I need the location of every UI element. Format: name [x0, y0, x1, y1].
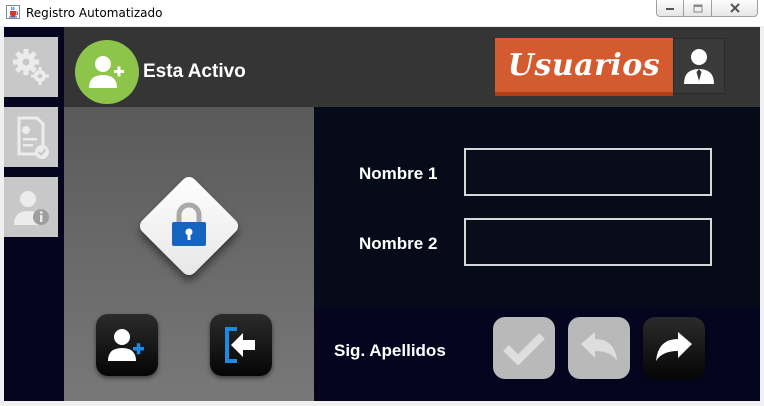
users-section-button[interactable]	[673, 38, 725, 94]
next-surnames-label: Sig. Apellidos	[334, 341, 446, 360]
action-bar: Sig. Apellidos	[314, 307, 760, 401]
redo-arrow-icon	[656, 332, 692, 361]
name1-label: Nombre 1	[359, 164, 438, 183]
close-button[interactable]	[712, 0, 758, 17]
status-text: Esta Activo	[143, 61, 246, 82]
checkmark-icon	[503, 333, 545, 366]
name2-input[interactable]	[464, 218, 712, 266]
header: Esta Activo Usuarios	[64, 27, 760, 107]
lock-graphic	[130, 167, 248, 285]
name-form: Nombre 1 Nombre 2	[314, 107, 760, 307]
confirm-button[interactable]	[493, 317, 555, 379]
main-content: Esta Activo Usuarios Nombre 1 Nombre 2 S…	[4, 27, 760, 401]
name2-label: Nombre 2	[359, 234, 438, 253]
title-bar[interactable]: Registro Automatizado	[0, 0, 764, 26]
window-controls	[656, 0, 760, 17]
java-cup-icon	[6, 5, 20, 19]
forward-button[interactable]	[643, 317, 705, 379]
sidebar-item-report[interactable]	[4, 107, 58, 167]
sidebar	[4, 27, 64, 401]
app-window: Registro Automatizado Esta Activo Usuari…	[0, 0, 764, 406]
exit-button[interactable]	[210, 314, 272, 376]
minimize-icon	[666, 8, 674, 10]
document-check-icon	[17, 116, 49, 159]
padlock-icon	[172, 202, 206, 246]
add-user-button[interactable]	[96, 314, 158, 376]
maximize-button[interactable]	[684, 0, 712, 17]
back-button[interactable]	[568, 317, 630, 379]
lock-panel	[64, 107, 314, 401]
section-title: Usuarios	[507, 47, 661, 83]
window-title: Registro Automatizado	[26, 6, 163, 20]
exit-arrow-icon	[225, 327, 255, 363]
sidebar-item-user-info[interactable]	[4, 177, 58, 237]
minimize-button[interactable]	[656, 0, 684, 17]
close-icon	[729, 3, 740, 13]
section-title-badge: Usuarios	[495, 38, 673, 96]
add-user-icon	[89, 56, 124, 88]
maximize-icon	[693, 4, 702, 12]
name1-input[interactable]	[464, 148, 712, 196]
sidebar-item-settings[interactable]	[4, 37, 58, 97]
undo-arrow-icon	[581, 332, 617, 361]
status-indicator	[75, 40, 139, 104]
gears-icon	[13, 49, 49, 85]
user-info-icon	[14, 191, 49, 225]
add-user-icon	[108, 329, 144, 361]
businessman-icon	[684, 49, 714, 84]
